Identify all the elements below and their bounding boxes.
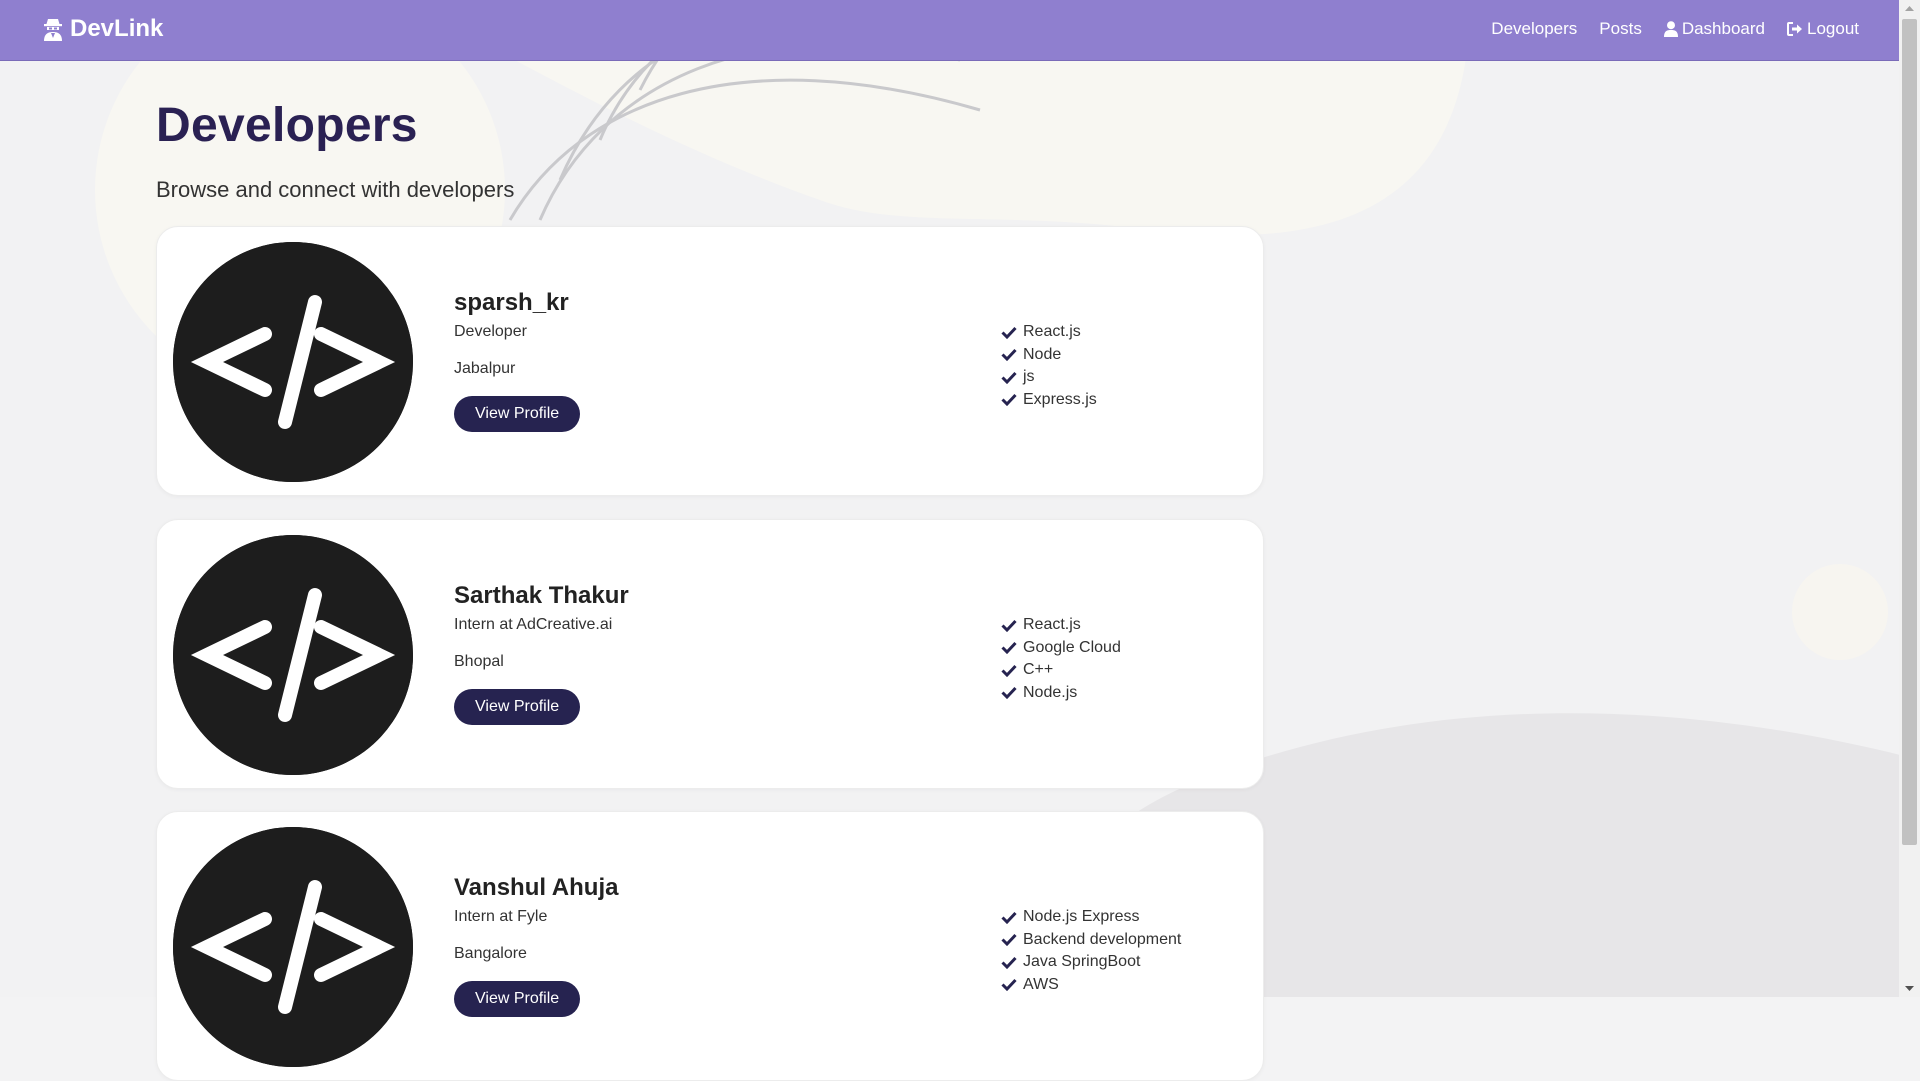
- check-icon: [1001, 642, 1017, 655]
- skill-label: Node: [1023, 345, 1062, 363]
- profile-location: Jabalpur: [454, 360, 516, 377]
- view-profile-button[interactable]: View Profile: [454, 689, 581, 725]
- page-title: Developers: [156, 99, 418, 152]
- check-icon: [1001, 687, 1017, 700]
- avatar: [173, 242, 413, 482]
- check-icon: [1001, 326, 1017, 339]
- brand-link[interactable]: DevLink: [42, 15, 163, 43]
- page-lead: Browse and connect with developers: [156, 177, 515, 202]
- brand-label: DevLink: [70, 15, 164, 42]
- check-icon: [1001, 911, 1017, 924]
- profile-status: Developer: [454, 323, 527, 340]
- skill-item: Node: [1001, 344, 1097, 367]
- skill-label: React.js: [1023, 616, 1081, 634]
- check-icon: [1001, 619, 1017, 632]
- scroll-thumb[interactable]: [1902, 19, 1917, 845]
- skill-label: Node.js: [1023, 683, 1078, 701]
- view-profile-button[interactable]: View Profile: [454, 396, 581, 432]
- profile-card: Sarthak Thakur Intern at AdCreative.ai B…: [156, 519, 1264, 789]
- avatar: [173, 535, 413, 775]
- code-icon: [173, 535, 413, 775]
- skill-label: React.js: [1023, 323, 1081, 341]
- sign-out-icon: [1787, 22, 1802, 36]
- nav-logout[interactable]: Logout: [1787, 19, 1859, 39]
- skill-label: Google Cloud: [1023, 638, 1121, 656]
- skill-label: Express.js: [1023, 390, 1097, 408]
- nav-dashboard[interactable]: Dashboard: [1663, 19, 1765, 39]
- user-secret-icon: [42, 17, 64, 41]
- skills-list: React.js Node js Express.js: [1001, 321, 1097, 411]
- avatar: [173, 827, 413, 1067]
- user-icon: [1663, 21, 1678, 37]
- nav-logout-label: Logout: [1807, 19, 1859, 38]
- skill-label: AWS: [1023, 975, 1059, 993]
- scroll-up-arrow-icon[interactable]: [1899, 0, 1920, 17]
- code-icon: [173, 242, 413, 482]
- nav-posts[interactable]: Posts: [1599, 19, 1642, 39]
- check-icon: [1001, 371, 1017, 384]
- check-icon: [1001, 979, 1017, 992]
- skill-label: C++: [1023, 661, 1054, 679]
- nav-developers[interactable]: Developers: [1491, 19, 1577, 39]
- navbar: DevLink Developers Posts Dashboard Logou…: [0, 0, 1899, 61]
- skill-item: Google Cloud: [1001, 637, 1121, 660]
- skills-list: React.js Google Cloud C++ Node.js: [1001, 614, 1121, 704]
- skill-label: js: [1023, 368, 1035, 386]
- profile-card: sparsh_kr Developer Jabalpur View Profil…: [156, 226, 1264, 496]
- skill-item: AWS: [1001, 974, 1181, 997]
- profile-location: Bangalore: [454, 945, 527, 962]
- skill-item: Express.js: [1001, 389, 1097, 412]
- check-icon: [1001, 934, 1017, 947]
- view-profile-button[interactable]: View Profile: [454, 981, 581, 1017]
- skill-item: Node.js: [1001, 682, 1121, 705]
- skill-label: Backend development: [1023, 930, 1182, 948]
- profile-status: Intern at Fyle: [454, 908, 548, 925]
- skill-item: Node.js Express: [1001, 906, 1181, 929]
- nav-dashboard-label: Dashboard: [1681, 19, 1765, 38]
- profile-name: Sarthak Thakur: [454, 582, 629, 609]
- nav-developers-label: Developers: [1491, 19, 1578, 38]
- nav-posts-label: Posts: [1599, 19, 1642, 38]
- check-icon: [1001, 349, 1017, 362]
- profile-location: Bhopal: [454, 653, 504, 670]
- skills-list: Node.js Express Backend development Java…: [1001, 906, 1181, 996]
- skill-item: React.js: [1001, 321, 1097, 344]
- code-icon: [173, 827, 413, 1067]
- scroll-down-arrow-icon[interactable]: [1899, 980, 1920, 997]
- check-icon: [1001, 394, 1017, 407]
- skill-item: Backend development: [1001, 929, 1181, 952]
- profile-card: Vanshul Ahuja Intern at Fyle Bangalore V…: [156, 811, 1264, 1081]
- skill-item: js: [1001, 366, 1097, 389]
- check-icon: [1001, 956, 1017, 969]
- check-icon: [1001, 664, 1017, 677]
- profile-name: Vanshul Ahuja: [454, 874, 619, 901]
- skill-item: React.js: [1001, 614, 1121, 637]
- profile-status: Intern at AdCreative.ai: [454, 616, 613, 633]
- skill-item: Java SpringBoot: [1001, 951, 1181, 974]
- skill-label: Java SpringBoot: [1023, 953, 1141, 971]
- scrollbar[interactable]: [1899, 0, 1920, 997]
- profile-name: sparsh_kr: [454, 289, 569, 316]
- skill-item: C++: [1001, 659, 1121, 682]
- skill-label: Node.js Express: [1023, 908, 1140, 926]
